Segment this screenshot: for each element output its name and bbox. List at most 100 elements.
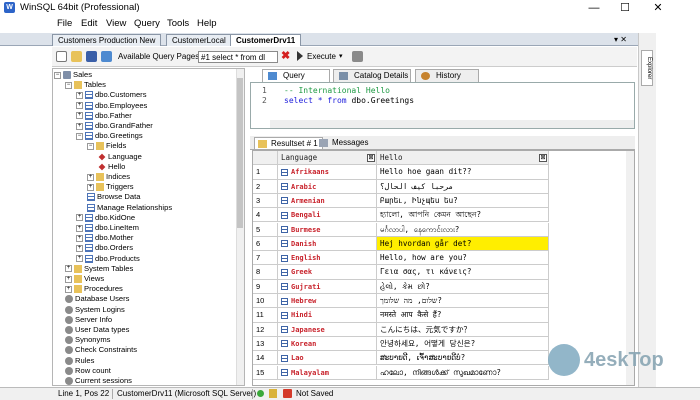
row-number-cell[interactable]: 2 [253,179,278,194]
menu-edit[interactable]: Edit [81,18,97,29]
open-folder-icon[interactable] [71,51,82,62]
row-number-cell[interactable]: 5 [253,222,278,237]
export-icon[interactable] [101,51,112,62]
tree-node[interactable]: System Logins [65,305,125,315]
language-cell[interactable]: Hindi [278,308,377,323]
editor-line-1[interactable]: -- International Hello [284,86,390,95]
collapse-icon[interactable]: − [65,81,72,89]
tree-node[interactable]: − dbo.Greetings [76,131,143,141]
hello-cell[interactable]: שלום, מה שלומך? [377,294,549,309]
hello-cell[interactable]: ສະບາຍດີ, ເຈົ້າສະບາຍດີບໍ? [377,351,549,366]
expand-icon[interactable]: + [65,265,72,273]
language-cell[interactable]: Arabic [278,179,377,194]
tree-node[interactable]: + dbo.LineItem [76,223,139,233]
hello-cell[interactable]: नमस्ते आप कैसे हैं? [377,308,549,323]
hello-cell[interactable]: مرحبا كيف الحال؟ [377,179,549,194]
close-button[interactable]: ✕ [643,0,673,16]
tab-messages[interactable]: Messages [316,137,372,149]
hello-cell[interactable]: Hello, how are you? [377,251,549,266]
language-cell[interactable]: Japanese [278,322,377,337]
tree-node[interactable]: Synonyms [65,335,110,345]
tree-node[interactable]: + dbo.Customers [76,90,147,100]
tree-node[interactable]: − Sales [54,70,92,80]
query-pages-select[interactable]: #1 select * from dl [198,51,278,63]
editor-line-2[interactable]: select * from dbo.Greetings [284,96,414,105]
row-number-cell[interactable]: 7 [253,251,278,266]
hello-cell[interactable]: Γεια σας, τι κάνεις? [377,265,549,280]
tree-node[interactable]: User Data types [65,325,129,335]
minimize-button[interactable]: — [579,0,609,16]
execute-button[interactable]: Execute [307,52,336,61]
tree-node[interactable]: + dbo.Father [76,111,132,121]
tree-node[interactable]: + dbo.GrandFather [76,121,153,131]
doc-tab-customerdrv11[interactable]: CustomerDrv11 [230,34,302,46]
expand-icon[interactable]: + [76,255,83,263]
language-cell[interactable]: English [278,251,377,266]
row-number-cell[interactable]: 10 [253,294,278,309]
tab-history[interactable]: History [415,69,479,82]
expand-icon[interactable]: + [76,122,83,130]
row-number-cell[interactable]: 8 [253,265,278,280]
hello-cell[interactable]: হ্যালো, আপনি কেমন আছেন? [377,208,549,223]
language-cell[interactable]: Korean [278,336,377,352]
explorer-tab[interactable]: Explorer [641,50,653,86]
language-cell[interactable]: Hebrew [278,294,377,309]
language-cell[interactable]: Afrikaans [278,165,377,180]
hello-cell[interactable]: ഹലോ, നിങ്ങൾക്ക് സുഖമാണോ? [377,365,549,380]
menu-file[interactable]: File [57,18,72,29]
expand-icon[interactable]: + [76,102,83,110]
menu-view[interactable]: View [106,18,126,29]
tree-scrollbar-thumb[interactable] [237,78,243,228]
execute-dropdown-icon[interactable]: ▾ [339,52,343,60]
menu-help[interactable]: Help [197,18,217,29]
expand-icon[interactable]: + [76,214,83,222]
maximize-button[interactable]: ☐ [610,0,640,16]
tree-node[interactable]: Current sessions [65,376,132,386]
tab-resultset-1[interactable]: Resultset # 1 [254,137,323,149]
tree-node[interactable]: Browse Data [87,192,140,202]
row-number-cell[interactable]: 15 [253,365,278,380]
tree-node[interactable]: Manage Relationships [87,203,172,213]
tree-node[interactable]: + dbo.KidOne [76,213,135,223]
tab-catalog-details[interactable]: Catalog Details [333,69,411,82]
delete-query-icon[interactable]: ✖ [281,51,292,62]
editor-horizontal-scrollbar[interactable] [270,120,634,128]
tree-node[interactable]: Server Info [65,315,112,325]
language-cell[interactable]: Burmese [278,222,377,237]
tree-node[interactable]: Check Constraints [65,345,137,355]
hello-cell[interactable]: 안녕하세요, 어떻게 당신은? [377,336,549,352]
tree-node[interactable]: + Triggers [87,182,134,192]
hello-cell[interactable]: မင်္ဂလာပါ, နေကောင်းလား? [377,222,549,237]
language-cell[interactable]: Lao [278,351,377,366]
tab-query[interactable]: Query [262,69,330,82]
collapse-icon[interactable]: − [87,142,94,150]
row-number-cell[interactable]: 1 [253,165,278,180]
row-number-cell[interactable]: 4 [253,208,278,223]
tree-node[interactable]: + dbo.Employees [76,101,147,111]
hello-cell[interactable]: Բարեւ, Ինչպես ես? [377,193,549,209]
new-file-icon[interactable] [56,51,67,62]
doc-tabs-close-icon[interactable]: ▾ ✕ [614,35,627,44]
tree-node[interactable]: + System Tables [65,264,133,274]
expand-icon[interactable]: + [65,275,72,283]
expand-icon[interactable]: + [87,173,94,181]
hello-cell[interactable]: Hello hoe gaan dit?? [377,165,549,180]
stop-icon[interactable] [352,51,363,62]
row-number-cell[interactable]: 13 [253,336,278,352]
expand-icon[interactable]: + [76,234,83,242]
tree-node[interactable]: + Views [65,274,104,284]
execute-play-icon[interactable] [297,51,303,61]
tree-node[interactable]: Hello [98,162,125,172]
collapse-icon[interactable]: − [76,132,83,140]
language-cell[interactable]: Bengali [278,208,377,223]
expand-icon[interactable]: + [76,224,83,232]
language-cell[interactable]: Danish [278,236,377,252]
hello-cell[interactable]: Hej hvordan går det? [377,236,549,252]
tree-node[interactable]: + Procedures [65,284,123,294]
column-filter-icon[interactable]: ⊠ [367,154,375,162]
tree-node[interactable]: Database Users [65,294,129,304]
save-icon[interactable] [86,51,97,62]
tree-node[interactable]: + dbo.Mother [76,233,133,243]
language-cell[interactable]: Gujrati [278,279,377,294]
language-cell[interactable]: Greek [278,265,377,280]
